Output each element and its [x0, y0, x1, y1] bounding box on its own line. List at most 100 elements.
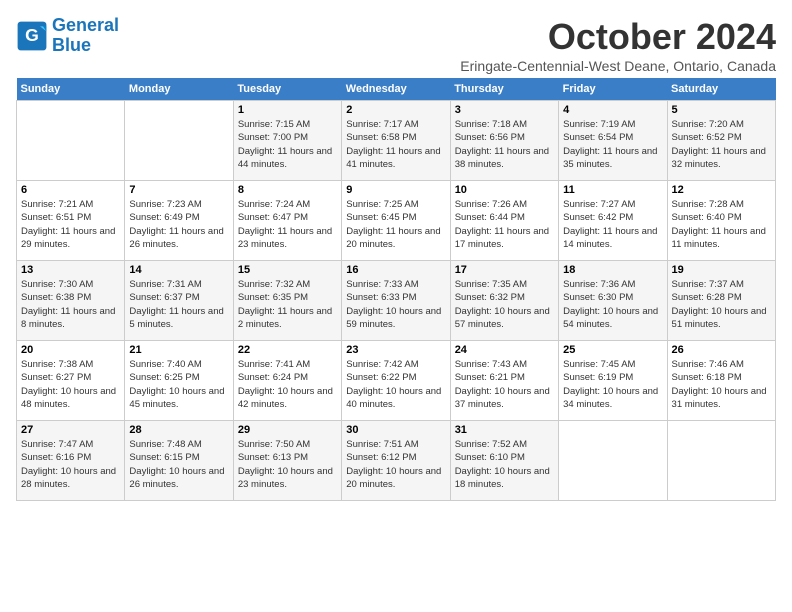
day-content: Sunrise: 7:43 AM Sunset: 6:21 PM Dayligh… [455, 358, 554, 411]
calendar-cell: 3 Sunrise: 7:18 AM Sunset: 6:56 PM Daylig… [450, 101, 558, 181]
day-number: 27 [21, 424, 120, 436]
day-number: 22 [238, 344, 337, 356]
calendar-cell: 8Sunrise: 7:24 AM Sunset: 6:47 PM Daylig… [233, 181, 341, 261]
day-content: Sunrise: 7:19 AM Sunset: 6:54 PM Dayligh… [563, 118, 662, 171]
logo-text: General Blue [52, 16, 119, 56]
day-number: 5 [672, 104, 771, 116]
day-content: Sunrise: 7:52 AM Sunset: 6:10 PM Dayligh… [455, 438, 554, 491]
day-number: 19 [672, 264, 771, 276]
calendar-cell: 23 Sunrise: 7:42 AM Sunset: 6:22 PM Dayli… [342, 341, 450, 421]
week-row-3: 13 Sunrise: 7:30 AM Sunset: 6:38 PM Dayli… [17, 261, 776, 341]
day-number: 21 [129, 344, 228, 356]
day-content: Sunrise: 7:36 AM Sunset: 6:30 PM Dayligh… [563, 278, 662, 331]
calendar-cell: 18 Sunrise: 7:36 AM Sunset: 6:30 PM Dayli… [559, 261, 667, 341]
calendar-cell: 1Sunrise: 7:15 AM Sunset: 7:00 PM Daylig… [233, 101, 341, 181]
day-content: Sunrise: 7:47 AM Sunset: 6:16 PM Dayligh… [21, 438, 120, 491]
day-number: 31 [455, 424, 554, 436]
day-number: 25 [563, 344, 662, 356]
calendar-cell [559, 421, 667, 501]
day-content: Sunrise: 7:41 AM Sunset: 6:24 PM Dayligh… [238, 358, 337, 411]
day-content: Sunrise: 7:24 AM Sunset: 6:47 PM Dayligh… [238, 198, 337, 251]
day-content: Sunrise: 7:21 AM Sunset: 6:51 PM Dayligh… [21, 198, 120, 251]
calendar-cell: 24Sunrise: 7:43 AM Sunset: 6:21 PM Dayli… [450, 341, 558, 421]
day-number: 13 [21, 264, 120, 276]
calendar-cell: 7Sunrise: 7:23 AM Sunset: 6:49 PM Daylig… [125, 181, 233, 261]
calendar-cell: 12 Sunrise: 7:28 AM Sunset: 6:40 PM Dayli… [667, 181, 775, 261]
day-number: 14 [129, 264, 228, 276]
day-header-sunday: Sunday [17, 78, 125, 101]
week-row-4: 20 Sunrise: 7:38 AM Sunset: 6:27 PM Dayli… [17, 341, 776, 421]
calendar-cell: 19Sunrise: 7:37 AM Sunset: 6:28 PM Dayli… [667, 261, 775, 341]
page-header: G General Blue October 2024 Eringate-Cen… [16, 16, 776, 74]
calendar-cell: 2Sunrise: 7:17 AM Sunset: 6:58 PM Daylig… [342, 101, 450, 181]
calendar-cell: 30Sunrise: 7:51 AM Sunset: 6:12 PM Dayli… [342, 421, 450, 501]
day-number: 9 [346, 184, 445, 196]
day-number: 12 [672, 184, 771, 196]
svg-text:G: G [25, 25, 39, 45]
day-content: Sunrise: 7:20 AM Sunset: 6:52 PM Dayligh… [672, 118, 771, 171]
calendar-cell: 16Sunrise: 7:33 AM Sunset: 6:33 PM Dayli… [342, 261, 450, 341]
calendar-cell: 26 Sunrise: 7:46 AM Sunset: 6:18 PM Dayli… [667, 341, 775, 421]
calendar-cell: 6 Sunrise: 7:21 AM Sunset: 6:51 PM Daylig… [17, 181, 125, 261]
calendar-cell: 10Sunrise: 7:26 AM Sunset: 6:44 PM Dayli… [450, 181, 558, 261]
day-number: 4 [563, 104, 662, 116]
day-content: Sunrise: 7:38 AM Sunset: 6:27 PM Dayligh… [21, 358, 120, 411]
calendar-cell: 25 Sunrise: 7:45 AM Sunset: 6:19 PM Dayli… [559, 341, 667, 421]
location: Eringate-Centennial-West Deane, Ontario,… [460, 58, 776, 74]
calendar-table: SundayMondayTuesdayWednesdayThursdayFrid… [16, 78, 776, 501]
day-header-tuesday: Tuesday [233, 78, 341, 101]
calendar-cell: 27 Sunrise: 7:47 AM Sunset: 6:16 PM Dayli… [17, 421, 125, 501]
day-content: Sunrise: 7:18 AM Sunset: 6:56 PM Dayligh… [455, 118, 554, 171]
day-content: Sunrise: 7:42 AM Sunset: 6:22 PM Dayligh… [346, 358, 445, 411]
day-content: Sunrise: 7:46 AM Sunset: 6:18 PM Dayligh… [672, 358, 771, 411]
calendar-cell: 9Sunrise: 7:25 AM Sunset: 6:45 PM Daylig… [342, 181, 450, 261]
day-number: 23 [346, 344, 445, 356]
calendar-cell: 21 Sunrise: 7:40 AM Sunset: 6:25 PM Dayli… [125, 341, 233, 421]
day-number: 26 [672, 344, 771, 356]
day-content: Sunrise: 7:48 AM Sunset: 6:15 PM Dayligh… [129, 438, 228, 491]
day-content: Sunrise: 7:33 AM Sunset: 6:33 PM Dayligh… [346, 278, 445, 331]
month-title: October 2024 [460, 16, 776, 58]
day-number: 6 [21, 184, 120, 196]
week-row-1: 1Sunrise: 7:15 AM Sunset: 7:00 PM Daylig… [17, 101, 776, 181]
day-content: Sunrise: 7:50 AM Sunset: 6:13 PM Dayligh… [238, 438, 337, 491]
day-header-monday: Monday [125, 78, 233, 101]
day-number: 15 [238, 264, 337, 276]
calendar-cell: 15 Sunrise: 7:32 AM Sunset: 6:35 PM Dayli… [233, 261, 341, 341]
day-content: Sunrise: 7:28 AM Sunset: 6:40 PM Dayligh… [672, 198, 771, 251]
day-number: 20 [21, 344, 120, 356]
day-content: Sunrise: 7:40 AM Sunset: 6:25 PM Dayligh… [129, 358, 228, 411]
calendar-cell: 31 Sunrise: 7:52 AM Sunset: 6:10 PM Dayli… [450, 421, 558, 501]
day-content: Sunrise: 7:32 AM Sunset: 6:35 PM Dayligh… [238, 278, 337, 331]
day-number: 2 [346, 104, 445, 116]
day-content: Sunrise: 7:35 AM Sunset: 6:32 PM Dayligh… [455, 278, 554, 331]
day-content: Sunrise: 7:23 AM Sunset: 6:49 PM Dayligh… [129, 198, 228, 251]
day-number: 29 [238, 424, 337, 436]
day-number: 18 [563, 264, 662, 276]
week-row-5: 27 Sunrise: 7:47 AM Sunset: 6:16 PM Dayli… [17, 421, 776, 501]
day-header-saturday: Saturday [667, 78, 775, 101]
calendar-cell: 28 Sunrise: 7:48 AM Sunset: 6:15 PM Dayli… [125, 421, 233, 501]
calendar-cell: 14 Sunrise: 7:31 AM Sunset: 6:37 PM Dayli… [125, 261, 233, 341]
calendar-cell: 11 Sunrise: 7:27 AM Sunset: 6:42 PM Dayli… [559, 181, 667, 261]
logo-icon: G [16, 20, 48, 52]
calendar-cell: 4 Sunrise: 7:19 AM Sunset: 6:54 PM Daylig… [559, 101, 667, 181]
day-header-wednesday: Wednesday [342, 78, 450, 101]
day-number: 10 [455, 184, 554, 196]
day-content: Sunrise: 7:31 AM Sunset: 6:37 PM Dayligh… [129, 278, 228, 331]
day-header-friday: Friday [559, 78, 667, 101]
day-number: 3 [455, 104, 554, 116]
day-number: 30 [346, 424, 445, 436]
day-number: 28 [129, 424, 228, 436]
week-row-2: 6 Sunrise: 7:21 AM Sunset: 6:51 PM Daylig… [17, 181, 776, 261]
day-header-thursday: Thursday [450, 78, 558, 101]
day-content: Sunrise: 7:30 AM Sunset: 6:38 PM Dayligh… [21, 278, 120, 331]
logo: G General Blue [16, 16, 119, 56]
day-content: Sunrise: 7:45 AM Sunset: 6:19 PM Dayligh… [563, 358, 662, 411]
calendar-cell: 20 Sunrise: 7:38 AM Sunset: 6:27 PM Dayli… [17, 341, 125, 421]
day-content: Sunrise: 7:15 AM Sunset: 7:00 PM Dayligh… [238, 118, 337, 171]
calendar-cell: 5 Sunrise: 7:20 AM Sunset: 6:52 PM Daylig… [667, 101, 775, 181]
day-number: 11 [563, 184, 662, 196]
calendar-cell: 13 Sunrise: 7:30 AM Sunset: 6:38 PM Dayli… [17, 261, 125, 341]
day-content: Sunrise: 7:27 AM Sunset: 6:42 PM Dayligh… [563, 198, 662, 251]
